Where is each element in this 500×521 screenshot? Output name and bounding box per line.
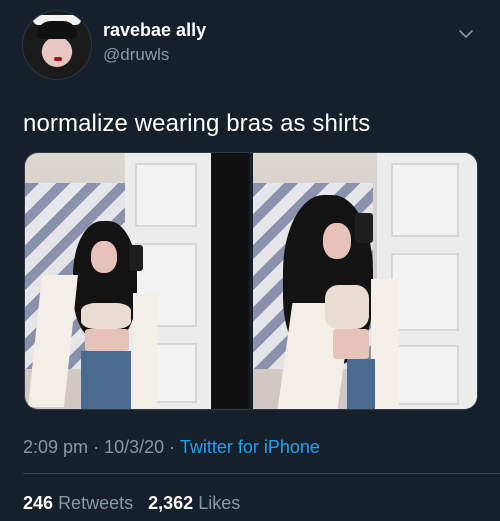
torso-shape	[85, 329, 129, 351]
tweet-time[interactable]: 2:09 pm	[23, 437, 88, 457]
hair-shape	[37, 21, 77, 39]
tweet-date[interactable]: 10/3/20	[104, 437, 164, 457]
meta-separator: ·	[169, 437, 176, 457]
meta-separator: ·	[93, 437, 100, 457]
bra-top-shape	[325, 285, 369, 329]
display-name[interactable]: ravebae ally	[103, 20, 206, 41]
likes-stat[interactable]: 2,362 Likes	[148, 493, 240, 513]
tweet-stats: 246 Retweets 2,362 Likes	[23, 493, 250, 514]
likes-count: 2,362	[148, 493, 194, 513]
phone-shape	[129, 245, 143, 271]
avatar[interactable]	[22, 10, 92, 80]
retweets-label: Retweets	[58, 493, 134, 513]
divider	[23, 473, 500, 474]
photo-right[interactable]	[253, 153, 477, 409]
jeans-shape	[81, 351, 131, 409]
retweets-count: 246	[23, 493, 54, 513]
retweets-stat[interactable]: 246 Retweets	[23, 493, 138, 513]
lips-shape	[54, 57, 62, 61]
tweet-meta: 2:09 pm · 10/3/20 · Twitter for iPhone	[23, 437, 320, 458]
chevron-down-icon[interactable]	[458, 26, 474, 42]
tweet-media	[24, 152, 478, 410]
user-handle[interactable]: @druwls	[103, 45, 169, 65]
face-shape	[323, 223, 351, 259]
mirror-edge	[211, 153, 249, 409]
torso-shape	[333, 329, 369, 359]
cardigan-shape	[133, 293, 157, 407]
tweet-source-link[interactable]: Twitter for iPhone	[180, 437, 320, 457]
jeans-shape	[347, 359, 375, 409]
photo-left[interactable]	[25, 153, 249, 409]
likes-label: Likes	[198, 493, 241, 513]
bra-top-shape	[81, 303, 131, 329]
tweet-text: normalize wearing bras as shirts	[23, 110, 371, 137]
cardigan-shape	[371, 279, 399, 409]
face-shape	[91, 241, 117, 273]
phone-shape	[355, 213, 373, 243]
